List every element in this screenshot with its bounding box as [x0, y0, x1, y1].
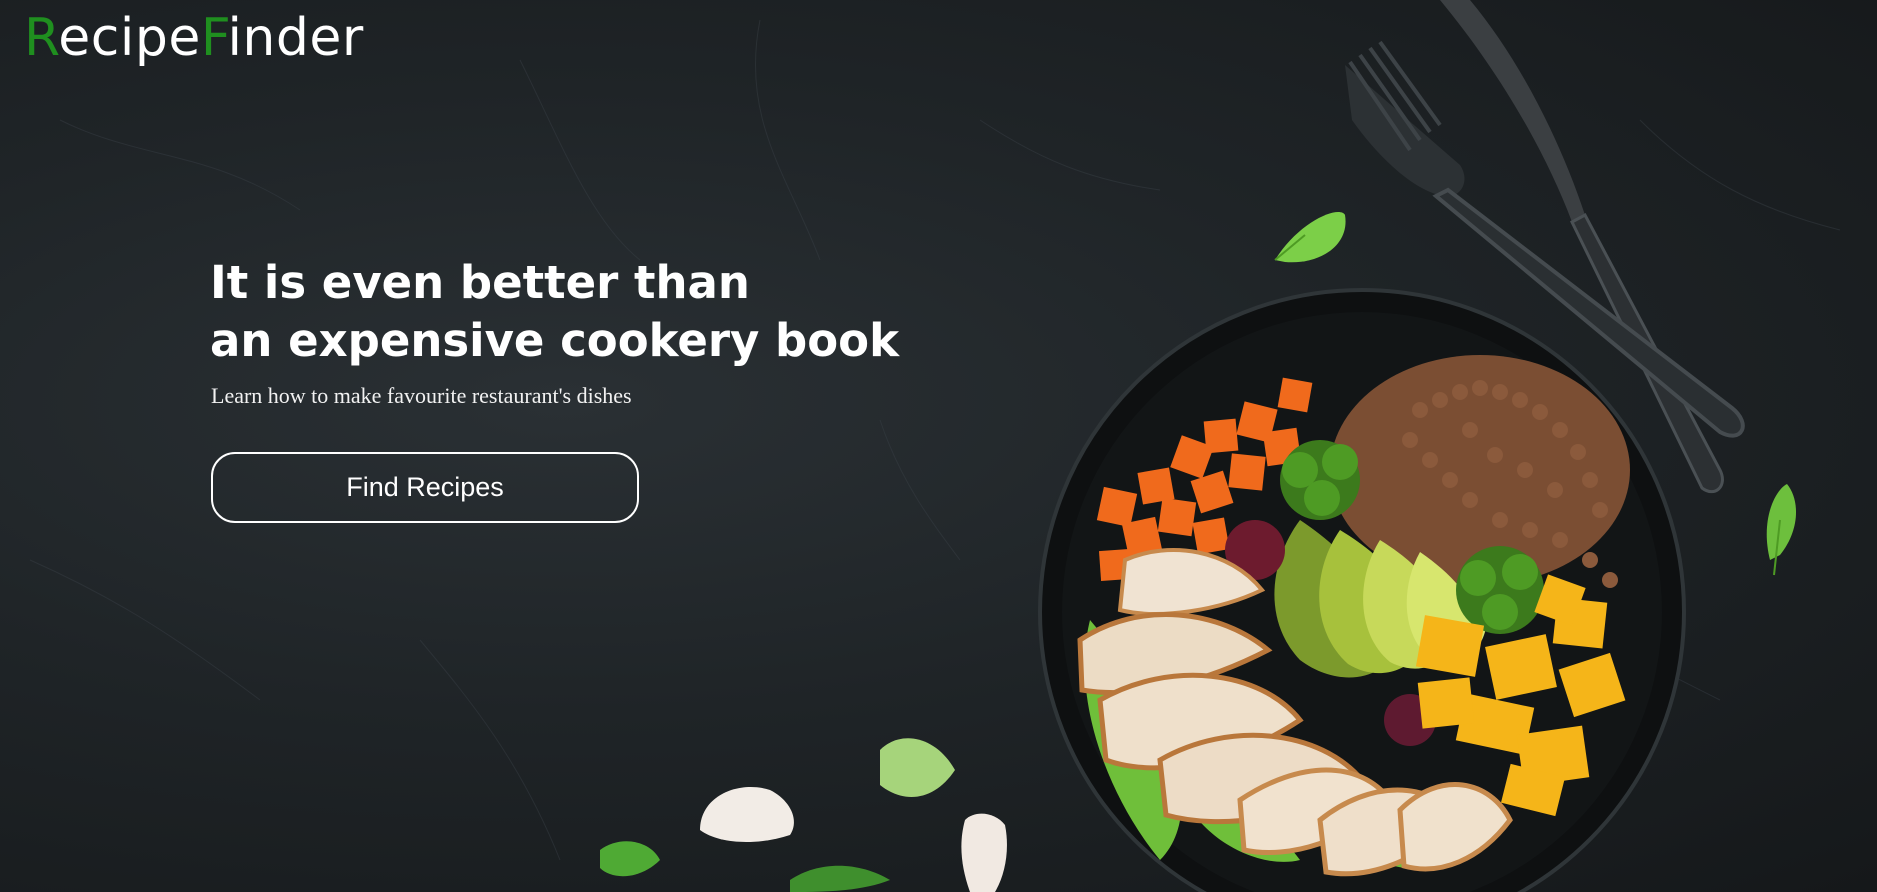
brand-logo[interactable]: RecipeFinder — [24, 8, 364, 68]
food-illustration — [600, 0, 1797, 892]
hero-subtitle: Learn how to make favourite restaurant's… — [211, 383, 632, 408]
logo-initial-f: F — [200, 8, 228, 68]
find-recipes-button[interactable]: Find Recipes — [211, 452, 639, 523]
logo-initial-r: R — [24, 8, 59, 68]
hero-section: RecipeFinder It is even better than an e… — [0, 0, 1877, 892]
hero-headline-line-2: an expensive cookery book — [210, 314, 900, 367]
hero-headline-line-1: It is even better than — [210, 256, 750, 309]
logo-text-ecipe: ecipe — [58, 8, 201, 68]
logo-text-inder: inder — [227, 8, 364, 68]
hero-headline: It is even better than an expensive cook… — [210, 254, 899, 370]
bowl-image — [1038, 288, 1686, 892]
